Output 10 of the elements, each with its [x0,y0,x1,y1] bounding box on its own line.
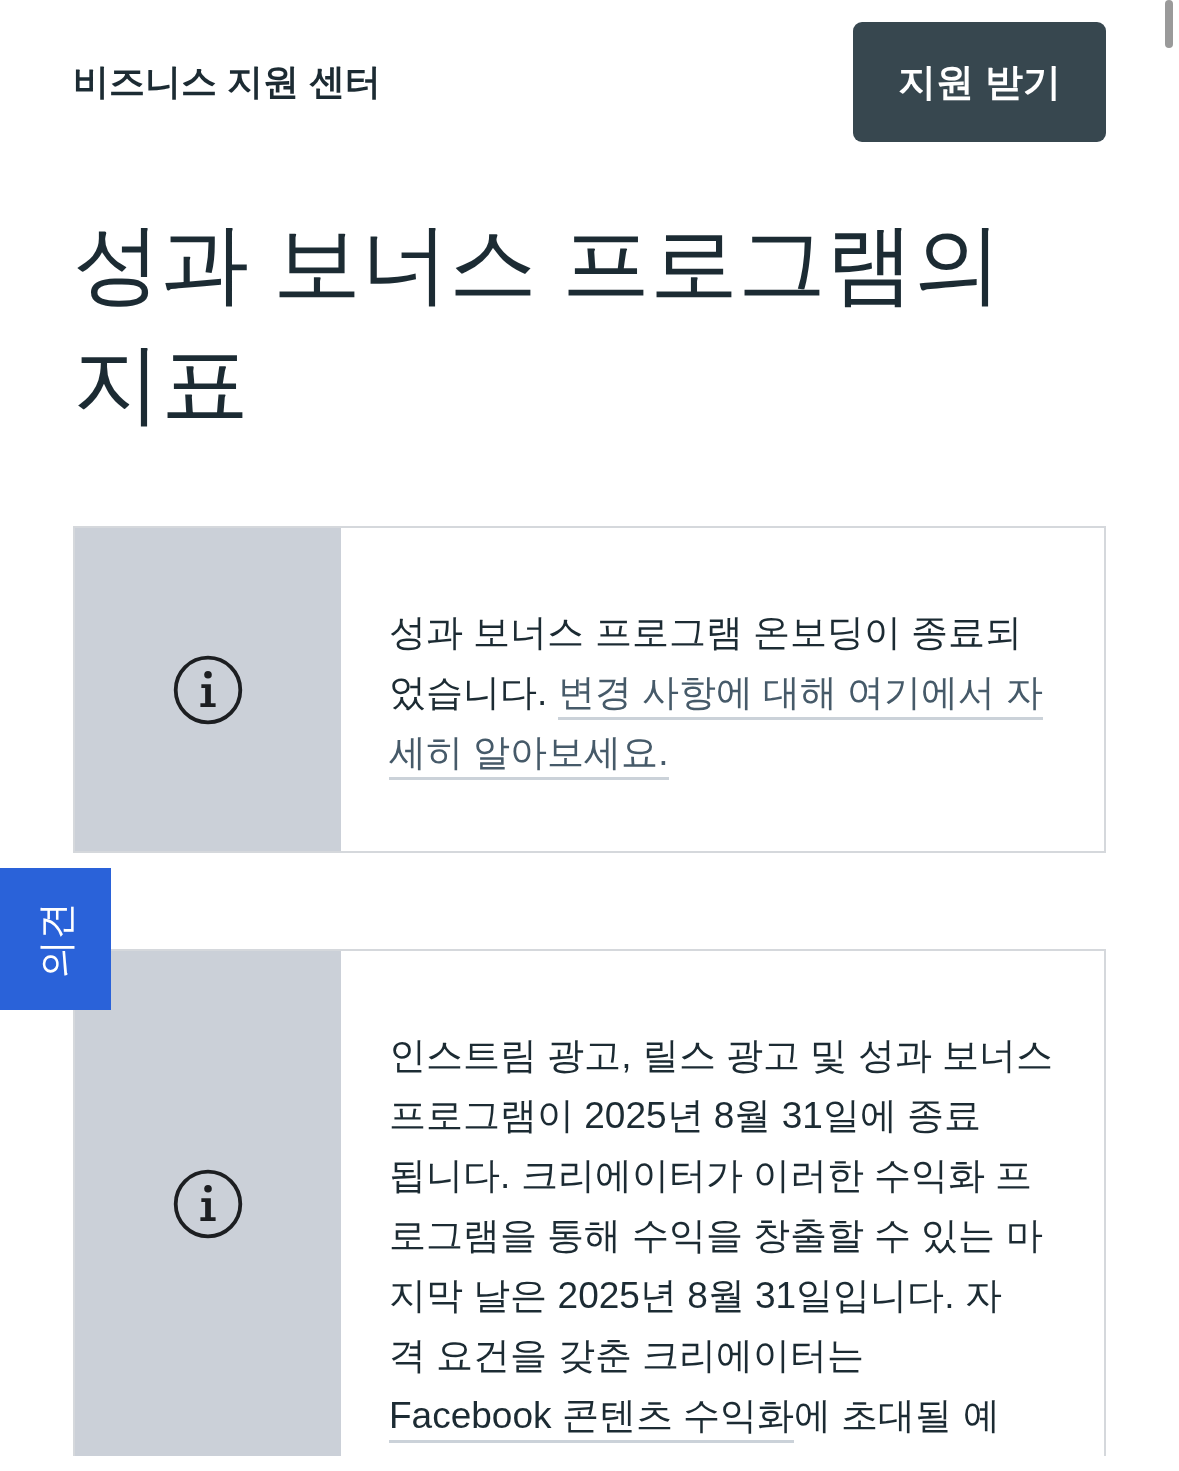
get-help-button[interactable]: 지원 받기 [853,22,1106,142]
notice-link[interactable]: Facebook 콘텐츠 수익화 [389,1395,795,1443]
notice-link[interactable]: 변경 사항에 대해 여기에서 자 [557,672,1043,720]
page-title: 성과 보너스 프로그램의 지표 [73,213,1003,435]
site-title: 비즈니스 지원 센터 [73,59,381,104]
notice-text: 성과 보너스 프로그램 온보딩이 종료되 었습니다. 변경 사항에 대해 여기에서 자 세히 알아보세요. [389,603,1056,783]
scrollbar-thumb[interactable] [1165,0,1173,48]
notice-text: 인스트림 광고, 릴스 광고 및 성과 보너스 프로그램이 2025년 8월 31일에 종료 됩니다. 크리에이터가 이러한 수익화 프 로그램을 통해 수익을 창출할 수 있는 마 지막 날은 2025년 8월 31일입니다. 자 격 요건을 갖춘 크리에이터는 Facebook 콘텐츠 수익화에 초대될 예 [389,1026,1056,1446]
feedback-tab[interactable]: 의견 [0,868,111,1010]
notice-link[interactable]: 세히 알아보세요. [389,732,669,780]
